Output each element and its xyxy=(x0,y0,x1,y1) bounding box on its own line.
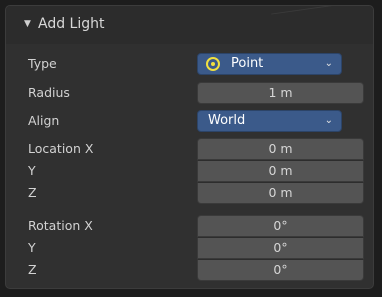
rotation-x-row: Rotation X 0° xyxy=(6,215,373,237)
location-x-row: Location X 0 m xyxy=(6,138,373,160)
rotation-x-label: Rotation X xyxy=(28,218,93,233)
align-label: Align xyxy=(28,113,60,128)
rotation-y-field[interactable]: 0° xyxy=(197,237,364,259)
decorative-line xyxy=(271,6,351,15)
location-z-label: Z xyxy=(28,185,37,200)
radius-label: Radius xyxy=(28,85,70,100)
panel-title: Add Light xyxy=(38,16,105,32)
align-dropdown[interactable]: World ⌄ xyxy=(197,110,342,132)
align-value: World xyxy=(208,113,246,128)
type-row: Type Point ⌄ xyxy=(6,53,373,75)
point-light-icon xyxy=(206,57,220,71)
rotation-z-row: Z 0° xyxy=(6,259,373,281)
rotation-y-label: Y xyxy=(28,240,36,255)
location-y-field[interactable]: 0 m xyxy=(197,160,364,182)
location-z-field[interactable]: 0 m xyxy=(197,182,364,204)
location-y-row: Y 0 m xyxy=(6,160,373,182)
type-value: Point xyxy=(231,56,264,71)
location-x-label: Location X xyxy=(28,141,94,156)
rotation-x-field[interactable]: 0° xyxy=(197,215,364,237)
chevron-down-icon: ⌄ xyxy=(324,58,333,69)
rotation-z-label: Z xyxy=(28,262,37,277)
radius-row: Radius 1 m xyxy=(6,82,373,104)
rotation-y-row: Y 0° xyxy=(6,237,373,259)
triangle-down-icon[interactable]: ▼ xyxy=(24,19,31,29)
add-light-panel: ▼ Add Light Type Point ⌄ Radius 1 m Alig… xyxy=(5,5,374,289)
rotation-z-field[interactable]: 0° xyxy=(197,259,364,281)
radius-field[interactable]: 1 m xyxy=(197,82,364,104)
type-dropdown[interactable]: Point ⌄ xyxy=(197,53,342,75)
align-row: Align World ⌄ xyxy=(6,110,373,132)
type-label: Type xyxy=(28,56,57,71)
location-y-label: Y xyxy=(28,163,36,178)
panel-header[interactable]: ▼ Add Light xyxy=(6,6,373,44)
location-z-row: Z 0 m xyxy=(6,182,373,204)
chevron-down-icon: ⌄ xyxy=(324,115,333,126)
location-x-field[interactable]: 0 m xyxy=(197,138,364,160)
